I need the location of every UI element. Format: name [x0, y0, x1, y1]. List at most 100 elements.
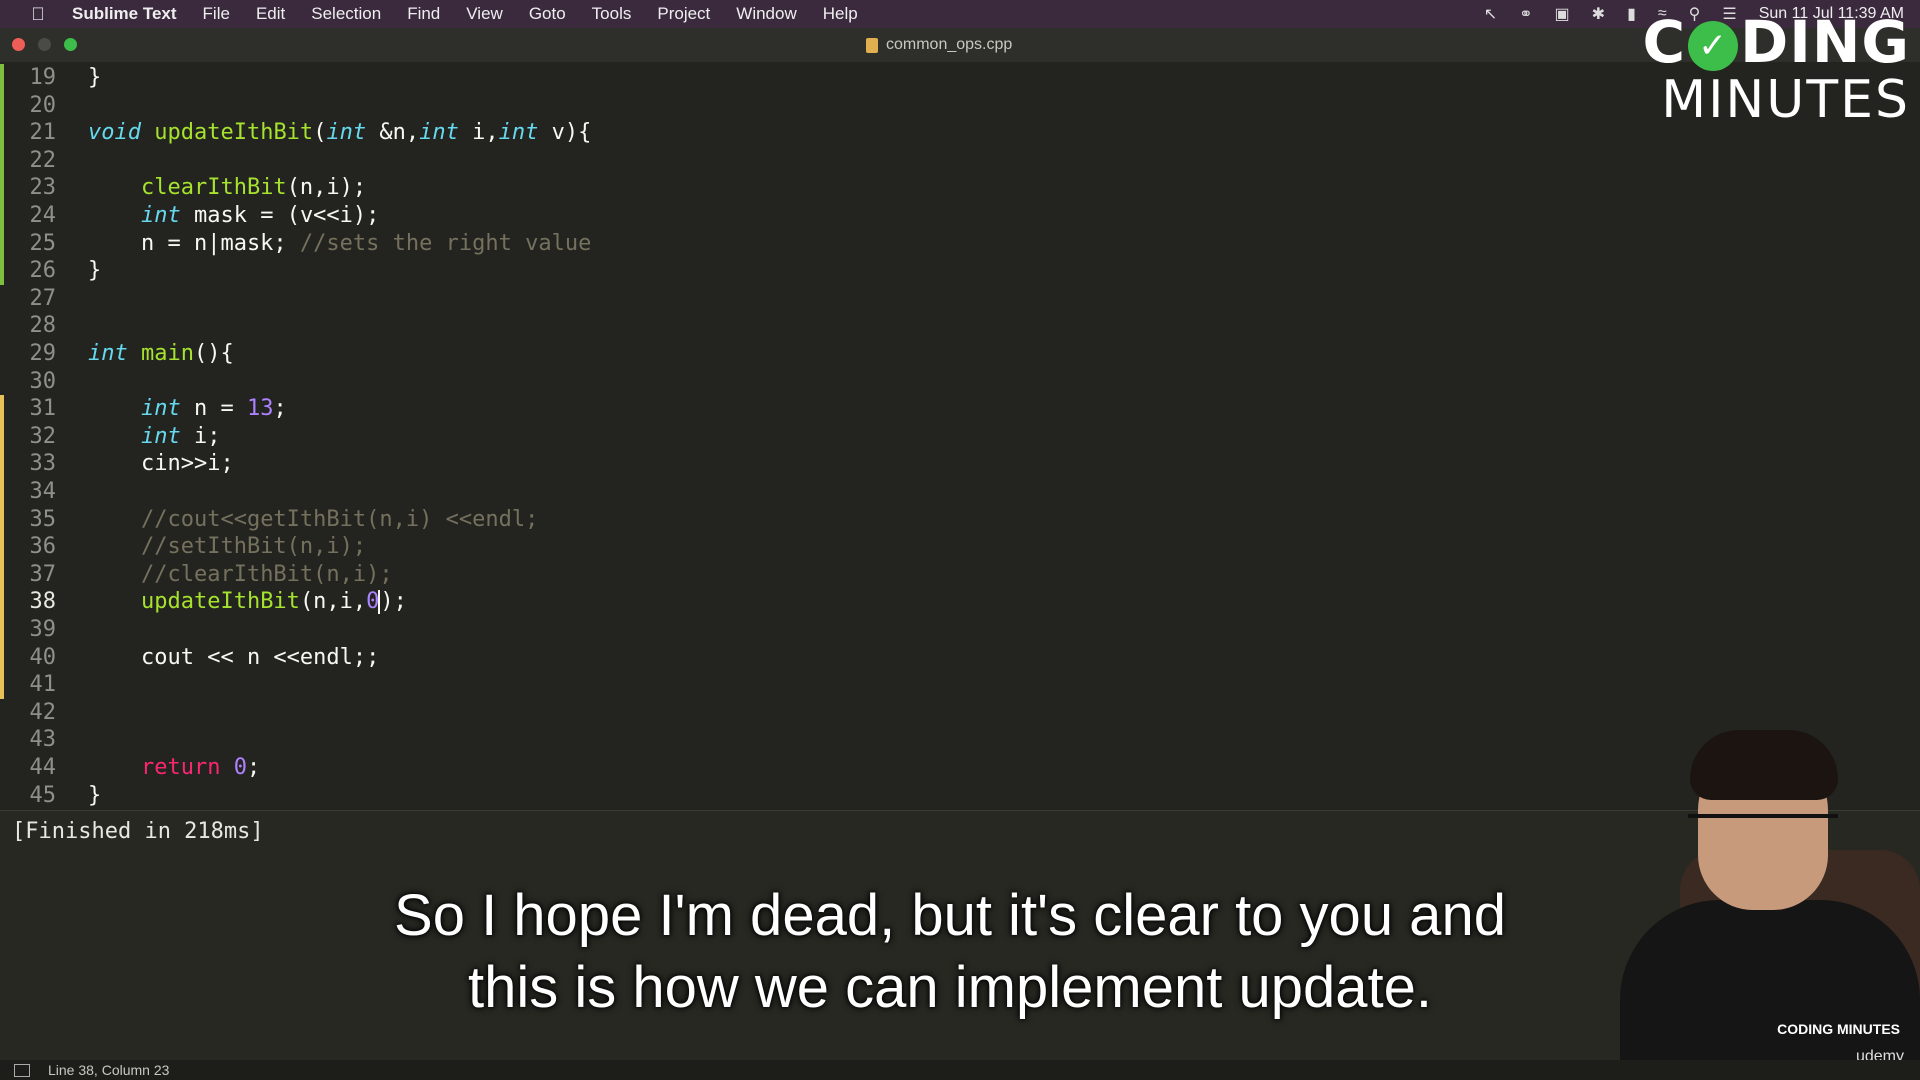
code-token: (n,i);	[286, 175, 367, 201]
line-number: 35	[29, 506, 57, 532]
code-token: //clearIthBit(n,i);	[140, 561, 393, 587]
status-bar: Line 38, Column 23	[0, 1060, 1920, 1080]
code-text: n = n|mask; //sets the right value	[88, 230, 591, 258]
code-token: int	[419, 120, 459, 146]
zoom-window-button[interactable]	[64, 38, 77, 51]
menu-selection[interactable]: Selection	[311, 4, 381, 24]
line-number: 43	[29, 727, 57, 753]
small-logo: CODING MINUTES	[1777, 1021, 1900, 1037]
line-number: 42	[29, 699, 57, 725]
menu-view[interactable]: View	[466, 4, 503, 24]
code-token: //setIthBit(n,i);	[140, 534, 367, 560]
line-number: 33	[29, 451, 57, 477]
code-line[interactable]: 29 int main(){	[0, 340, 1920, 368]
code-token: }	[88, 782, 102, 808]
code-token: void	[88, 120, 141, 146]
code-line[interactable]: 38 updateIthBit(n,i,0);	[0, 588, 1920, 617]
code-token: int	[326, 120, 367, 146]
code-line[interactable]: 27	[0, 285, 1920, 313]
code-line[interactable]: 28	[0, 312, 1920, 340]
code-line[interactable]: 26}	[0, 257, 1920, 286]
git-change-marker	[0, 64, 4, 92]
panel-toggle-icon[interactable]	[14, 1063, 30, 1077]
coding-minutes-logo: C ✓ DING MINUTES	[1630, 12, 1910, 128]
code-text: int mask = (v<<i);	[88, 202, 379, 230]
code-line[interactable]: 31 int n = 13;	[0, 395, 1920, 424]
code-line[interactable]: 37 //clearIthBit(n,i);	[0, 560, 1920, 589]
code-token: v){	[538, 120, 592, 146]
code-token: //cout<<getIthBit(n,i) <<endl;	[140, 506, 539, 532]
code-token: (	[313, 120, 327, 146]
creative-cloud-icon[interactable]: ⚭	[1519, 4, 1532, 24]
code-token: updateIthBit	[154, 120, 314, 146]
code-line[interactable]: 35 //cout<<getIthBit(n,i) <<endl;	[0, 505, 1920, 534]
code-token: clearIthBit	[140, 175, 287, 201]
code-line[interactable]: 32 int i;	[0, 422, 1920, 451]
git-change-marker	[0, 560, 4, 589]
code-line[interactable]: 30	[0, 368, 1920, 396]
minimize-window-button[interactable]	[38, 38, 51, 51]
code-line[interactable]: 22	[0, 146, 1920, 175]
menu-project[interactable]: Project	[657, 4, 710, 24]
file-tab[interactable]: common_ops.cpp	[866, 36, 1012, 54]
line-number: 45	[29, 782, 57, 808]
build-output-text: [Finished in 218ms]	[12, 819, 264, 844]
git-change-marker	[0, 422, 4, 451]
menu-edit[interactable]: Edit	[256, 4, 285, 24]
code-text: //setIthBit(n,i);	[88, 533, 366, 561]
menu-file[interactable]: File	[203, 4, 230, 24]
code-token: 13	[246, 396, 274, 422]
code-text: }	[88, 782, 101, 810]
code-line[interactable]: 34	[0, 478, 1920, 506]
menu-window[interactable]: Window	[736, 4, 796, 24]
code-line[interactable]: 39	[0, 616, 1920, 644]
apple-icon[interactable]: 	[28, 4, 48, 25]
code-token: }	[88, 258, 102, 284]
code-editor[interactable]: 19} 20 21 void updateIthBit(int &n,int i,in…	[0, 62, 1920, 810]
code-line[interactable]: 40 cout << n <<endl;;	[0, 643, 1920, 672]
code-line[interactable]: 36 //setIthBit(n,i);	[0, 533, 1920, 562]
code-token: (){	[193, 341, 234, 366]
code-line[interactable]: 41	[0, 671, 1920, 700]
menu-app-name[interactable]: Sublime Text	[72, 4, 177, 24]
git-change-marker	[0, 533, 4, 562]
line-number: 40	[29, 644, 57, 670]
display-icon[interactable]: ▣	[1555, 4, 1570, 24]
git-change-marker	[0, 257, 4, 286]
git-change-marker	[0, 395, 4, 424]
line-number: 32	[29, 423, 57, 449]
close-window-button[interactable]	[12, 38, 25, 51]
code-line[interactable]: 25 n = n|mask; //sets the right value	[0, 229, 1920, 258]
line-number: 34	[29, 479, 57, 504]
bluetooth-icon[interactable]: ✱	[1592, 4, 1605, 24]
code-line[interactable]: 33 cin>>i;	[0, 450, 1920, 479]
line-number: 20	[29, 92, 57, 118]
code-line[interactable]: 24 int mask = (v<<i);	[0, 202, 1920, 230]
menu-tools[interactable]: Tools	[592, 4, 632, 24]
code-text: updateIthBit(n,i,0);	[88, 588, 407, 616]
code-token: 0	[233, 755, 247, 780]
code-token: ;	[273, 396, 287, 422]
menu-help[interactable]: Help	[823, 4, 858, 24]
git-change-marker	[0, 643, 4, 672]
subtitle-line-2: this is how we can implement update.	[468, 955, 1432, 1020]
arrow-icon[interactable]: ↖	[1484, 4, 1497, 24]
code-token: updateIthBit	[140, 589, 300, 615]
code-text: //cout<<getIthBit(n,i) <<endl;	[88, 506, 538, 534]
line-number: 21	[29, 120, 57, 146]
menu-goto[interactable]: Goto	[529, 4, 566, 24]
code-token: int	[140, 396, 181, 422]
subtitle-line-1: So I hope I'm dead, but it's clear to yo…	[394, 883, 1506, 948]
code-line[interactable]: 23 clearIthBit(n,i);	[0, 174, 1920, 203]
code-token: int	[140, 423, 181, 449]
check-icon: ✓	[1688, 20, 1739, 71]
menu-find[interactable]: Find	[407, 4, 440, 24]
code-token: );	[380, 589, 407, 615]
